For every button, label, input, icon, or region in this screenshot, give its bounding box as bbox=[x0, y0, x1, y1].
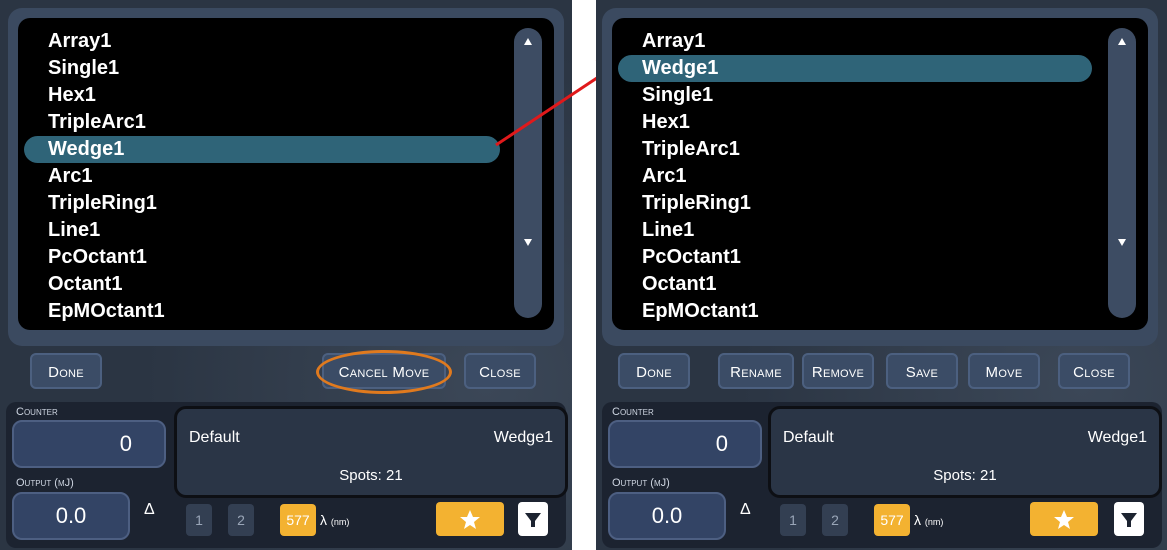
list-item[interactable]: TripleArc1 bbox=[36, 109, 488, 136]
list-scrollbar[interactable] bbox=[514, 28, 542, 318]
output-value[interactable]: 0.0 bbox=[12, 492, 130, 540]
wavelength-button-577[interactable]: 577 bbox=[874, 504, 910, 536]
list-item[interactable]: EpMOctant1 bbox=[36, 298, 488, 325]
filter-button[interactable] bbox=[1114, 502, 1144, 536]
list-item[interactable]: TripleRing1 bbox=[630, 190, 1082, 217]
list-item[interactable]: Array1 bbox=[36, 28, 488, 55]
favorite-button[interactable] bbox=[1030, 502, 1098, 536]
info-name: Wedge1 bbox=[1087, 429, 1147, 446]
list-item[interactable]: Arc1 bbox=[630, 163, 1082, 190]
chevron-up-icon[interactable] bbox=[524, 38, 532, 45]
done-button[interactable]: Done bbox=[618, 353, 690, 389]
output-label: Output (mJ) bbox=[612, 477, 670, 489]
preset-list-frame: Array1 Single1 Hex1 TripleArc1 Wedge1 Ar… bbox=[8, 8, 564, 346]
info-box: Default Wedge1 Spots: 21 bbox=[174, 406, 568, 498]
preset-list: Array1 Wedge1 Single1 Hex1 TripleArc1 Ar… bbox=[612, 18, 1148, 330]
star-icon bbox=[460, 510, 480, 529]
info-spots: Spots: 21 bbox=[933, 467, 997, 484]
list-item[interactable]: Line1 bbox=[36, 217, 488, 244]
move-button[interactable]: Move bbox=[968, 353, 1040, 389]
favorite-button[interactable] bbox=[436, 502, 504, 536]
list-scrollbar[interactable] bbox=[1108, 28, 1136, 318]
close-button[interactable]: Close bbox=[1058, 353, 1130, 389]
lambda-label: λ (nm) bbox=[914, 512, 944, 528]
counter-value: 0 bbox=[12, 420, 166, 468]
chevron-down-icon[interactable] bbox=[1118, 239, 1126, 246]
filter-icon bbox=[525, 513, 541, 527]
counter-value: 0 bbox=[608, 420, 762, 468]
list-item[interactable]: TripleArc1 bbox=[630, 136, 1082, 163]
info-spots: Spots: 21 bbox=[339, 467, 403, 484]
info-name: Wedge1 bbox=[493, 429, 553, 446]
counter-label: Counter bbox=[612, 406, 654, 418]
output-value[interactable]: 0.0 bbox=[608, 492, 726, 540]
list-item[interactable]: Octant1 bbox=[36, 271, 488, 298]
list-item[interactable]: PcOctant1 bbox=[630, 244, 1082, 271]
close-button[interactable]: Close bbox=[464, 353, 536, 389]
list-item[interactable]: TripleRing1 bbox=[36, 190, 488, 217]
info-box: Default Wedge1 Spots: 21 bbox=[768, 406, 1162, 498]
wavelength-button-2[interactable]: 2 bbox=[822, 504, 848, 536]
list-item-selected[interactable]: Wedge1 bbox=[618, 55, 1092, 82]
filter-button[interactable] bbox=[518, 502, 548, 536]
output-label: Output (mJ) bbox=[16, 477, 74, 489]
preset-list-frame: Array1 Wedge1 Single1 Hex1 TripleArc1 Ar… bbox=[602, 8, 1158, 346]
counter-label: Counter bbox=[16, 406, 58, 418]
wavelength-button-577[interactable]: 577 bbox=[280, 504, 316, 536]
wavelength-button-1[interactable]: 1 bbox=[780, 504, 806, 536]
preset-list: Array1 Single1 Hex1 TripleArc1 Wedge1 Ar… bbox=[18, 18, 554, 330]
list-item[interactable]: Single1 bbox=[36, 55, 488, 82]
rename-button[interactable]: Rename bbox=[718, 353, 794, 389]
info-default: Default bbox=[189, 429, 240, 446]
lambda-label: λ (nm) bbox=[320, 512, 350, 528]
list-item[interactable]: Array1 bbox=[630, 28, 1082, 55]
list-item[interactable]: Line1 bbox=[630, 217, 1082, 244]
list-item[interactable]: Single1 bbox=[630, 82, 1082, 109]
list-item-selected[interactable]: Wedge1 bbox=[24, 136, 500, 163]
list-item[interactable]: Hex1 bbox=[36, 82, 488, 109]
save-button[interactable]: Save bbox=[886, 353, 958, 389]
remove-button[interactable]: Remove bbox=[802, 353, 874, 389]
chevron-down-icon[interactable] bbox=[524, 239, 532, 246]
left-panel: Array1 Single1 Hex1 TripleArc1 Wedge1 Ar… bbox=[0, 0, 572, 550]
delta-icon[interactable]: Δ bbox=[144, 501, 155, 519]
done-button[interactable]: Done bbox=[30, 353, 102, 389]
annotation-highlight-oval bbox=[316, 350, 452, 394]
filter-icon bbox=[1121, 513, 1137, 527]
list-item[interactable]: Arc1 bbox=[36, 163, 488, 190]
delta-icon[interactable]: Δ bbox=[740, 501, 751, 519]
info-default: Default bbox=[783, 429, 834, 446]
list-item[interactable]: EpMOctant1 bbox=[630, 298, 1082, 325]
wavelength-button-1[interactable]: 1 bbox=[186, 504, 212, 536]
list-item[interactable]: PcOctant1 bbox=[36, 244, 488, 271]
star-icon bbox=[1054, 510, 1074, 529]
right-panel: Array1 Wedge1 Single1 Hex1 TripleArc1 Ar… bbox=[596, 0, 1167, 550]
chevron-up-icon[interactable] bbox=[1118, 38, 1126, 45]
list-item[interactable]: Hex1 bbox=[630, 109, 1082, 136]
wavelength-button-2[interactable]: 2 bbox=[228, 504, 254, 536]
list-item[interactable]: Octant1 bbox=[630, 271, 1082, 298]
